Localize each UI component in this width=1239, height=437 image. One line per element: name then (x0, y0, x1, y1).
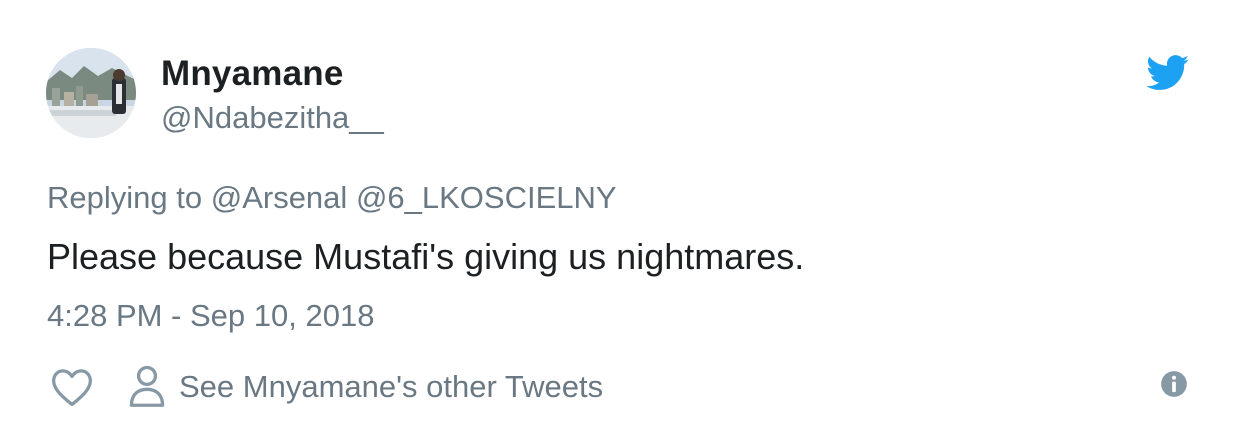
mention-koscielny[interactable]: @6_LKOSCIELNY (356, 180, 617, 215)
author-display-name[interactable]: Mnyamane (161, 54, 344, 94)
embedded-tweet: Mnyamane @Ndabezitha__ Replying to @Arse… (0, 0, 1239, 437)
see-other-tweets-link[interactable]: See Mnyamane's other Tweets (179, 369, 603, 405)
author-handle[interactable]: @Ndabezitha__ (161, 100, 384, 136)
info-icon[interactable] (1160, 370, 1188, 398)
replying-to-label: Replying to (47, 180, 203, 215)
avatar[interactable] (46, 48, 136, 138)
heart-icon[interactable] (50, 366, 94, 408)
twitter-bird-icon[interactable] (1146, 55, 1190, 91)
mention-arsenal[interactable]: @Arsenal (211, 180, 348, 215)
avatar-image (46, 48, 136, 138)
replying-to: Replying to @Arsenal @6_LKOSCIELNY (47, 180, 617, 216)
tweet-text: Please because Mustafi's giving us night… (47, 236, 805, 277)
tweet-timestamp[interactable]: 4:28 PM - Sep 10, 2018 (47, 298, 374, 334)
person-icon[interactable] (128, 364, 166, 408)
